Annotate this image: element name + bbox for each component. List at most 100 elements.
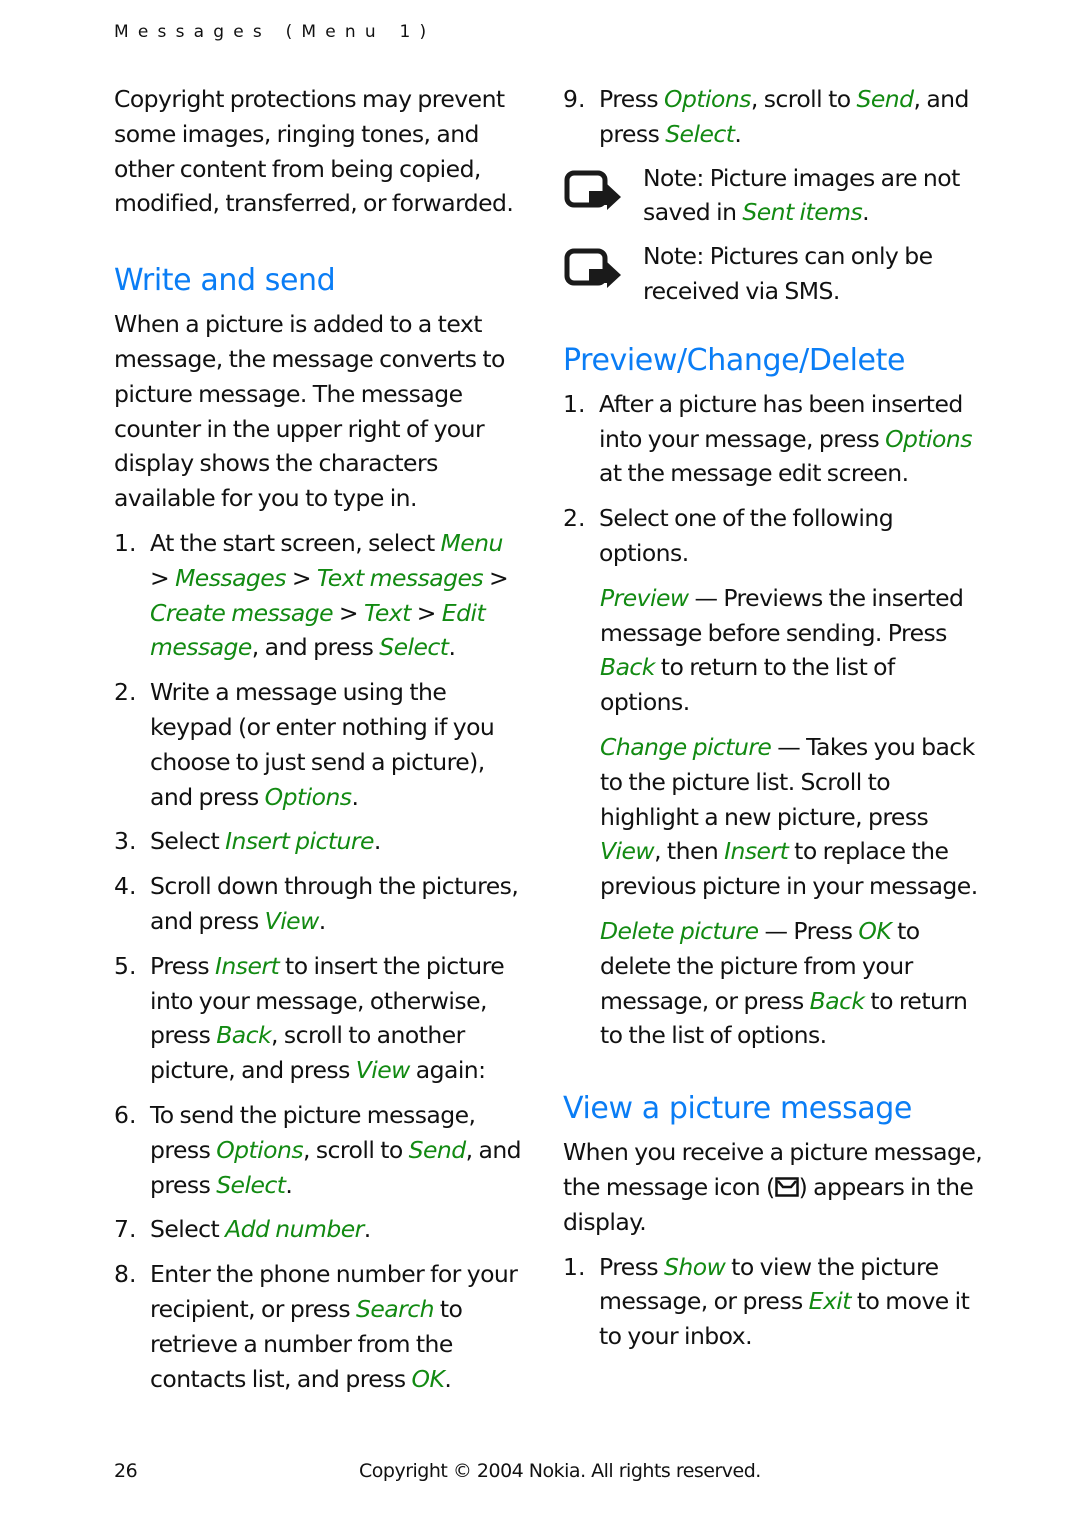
- menu-term: Select: [665, 119, 735, 148]
- menu-term: Text messages: [316, 563, 484, 592]
- step-number: 6.: [114, 1100, 137, 1129]
- body-text: .: [351, 782, 359, 811]
- body-text: >: [285, 563, 317, 592]
- step-number: 7.: [114, 1215, 137, 1244]
- menu-term: Send: [856, 85, 914, 113]
- body-text: , and press: [251, 633, 380, 662]
- menu-term: Back: [216, 1021, 272, 1050]
- view-picture-message-paragraph: When you receive a picture message, the …: [563, 1135, 983, 1239]
- menu-term: Insert picture: [225, 827, 374, 856]
- menu-term: View: [355, 1056, 411, 1085]
- body-text: Select: [150, 827, 226, 856]
- menu-term: Options: [885, 424, 972, 453]
- step-number: 5.: [114, 951, 137, 980]
- option-preview: Preview — Previews the inserted message …: [600, 581, 983, 720]
- step-item: 2. Select one of the following options.: [563, 501, 983, 571]
- write-and-send-steps-continued: 9. Press Options, scroll to Send, and pr…: [563, 82, 983, 152]
- menu-term: Create message: [150, 598, 334, 627]
- menu-term: Send: [408, 1135, 467, 1164]
- body-text: .: [285, 1170, 293, 1199]
- note-box: Note: Picture images are not saved in Se…: [563, 161, 983, 231]
- left-column: Copyright protections may prevent some i…: [114, 82, 524, 1396]
- body-text: Press: [599, 85, 665, 113]
- section-heading-view-picture-message: View a picture message: [563, 1091, 912, 1127]
- step-number: 8.: [114, 1260, 137, 1289]
- view-picture-message-steps: 1. Press Show to view the picture message…: [563, 1250, 983, 1354]
- step-item: 8. Enter the phone number for your recipi…: [114, 1257, 524, 1396]
- menu-term: View: [264, 906, 320, 935]
- step-text: After a picture has been inserted into y…: [599, 387, 983, 491]
- step-item: 3. Select Insert picture.: [114, 824, 524, 859]
- step-number: 2.: [114, 678, 137, 707]
- step-text: Scroll down through the pictures, and pr…: [150, 869, 524, 939]
- menu-term: Select: [379, 633, 449, 662]
- menu-term: Options: [664, 85, 751, 113]
- step-item: 5. Press Insert to insert the picture int…: [114, 949, 524, 1088]
- body-text: Select: [150, 1215, 226, 1244]
- step-number: 9.: [563, 85, 586, 113]
- write-and-send-paragraph: When a picture is added to a text messag…: [114, 310, 505, 513]
- body-text: .: [448, 633, 456, 662]
- body-text: >: [483, 563, 509, 592]
- menu-term: Text: [363, 598, 411, 627]
- menu-term: Delete picture: [600, 916, 759, 945]
- menu-term: Change picture: [600, 732, 772, 761]
- step-text: At the start screen, select Menu > Messa…: [150, 526, 524, 665]
- step-item: 4. Scroll down through the pictures, and …: [114, 869, 524, 939]
- write-and-send-steps: 1. At the start screen, select Menu > Mes…: [114, 526, 524, 1396]
- section-heading-write-and-send: Write and send: [114, 263, 336, 299]
- menu-term: OK: [411, 1364, 445, 1393]
- menu-term: Select: [216, 1170, 286, 1199]
- body-text: >: [332, 598, 364, 627]
- page-number: 26: [114, 1460, 138, 1482]
- menu-term: Exit: [808, 1287, 852, 1316]
- step-number: 1.: [563, 1252, 586, 1281]
- option-list: Preview — Previews the inserted message …: [563, 581, 983, 1053]
- body-text: .: [363, 1215, 371, 1244]
- step-text: Select one of the following options.: [599, 501, 983, 571]
- note-label: Note:: [643, 163, 704, 192]
- menu-term: Back: [600, 653, 655, 682]
- menu-term: Back: [809, 986, 865, 1015]
- section-heading-preview-change-delete: Preview/Change/Delete: [563, 342, 906, 378]
- menu-term: Preview: [600, 583, 689, 612]
- body-text: , then: [654, 837, 725, 866]
- note-arrow-icon: [563, 239, 643, 309]
- step-item: 7. Select Add number.: [114, 1212, 524, 1247]
- body-text: at the message edit screen.: [599, 459, 909, 488]
- body-text: .: [373, 827, 381, 856]
- menu-term: OK: [858, 916, 892, 945]
- step-text: Press Options, scroll to Send, and press…: [599, 82, 983, 152]
- note-label: Note:: [643, 242, 704, 271]
- step-item: 6. To send the picture message, press Opt…: [114, 1098, 524, 1202]
- step-item: 2. Write a message using the keypad (or e…: [114, 675, 524, 814]
- envelope-icon: [774, 1172, 799, 1197]
- step-text: Enter the phone number for your recipien…: [150, 1257, 524, 1396]
- menu-term: View: [600, 837, 655, 866]
- note-text: Note: Picture images are not saved in Se…: [643, 161, 983, 231]
- menu-term: Options: [264, 782, 352, 811]
- body-text: .: [862, 198, 870, 227]
- step-text: Select Add number.: [150, 1212, 524, 1247]
- menu-term: Search: [356, 1294, 435, 1323]
- body-text: Select one of the following options.: [599, 504, 894, 567]
- copyright-notice: Copyright © 2004 Nokia. All rights reser…: [359, 1460, 761, 1482]
- body-text: .: [318, 906, 326, 935]
- step-item: 9. Press Options, scroll to Send, and pr…: [563, 82, 983, 152]
- option-change-picture: Change picture — Takes you back to the p…: [600, 730, 983, 904]
- body-text: again:: [409, 1056, 486, 1085]
- menu-term: Add number: [225, 1215, 364, 1244]
- body-text: >: [410, 598, 442, 627]
- body-text: Scroll down through the pictures, and pr…: [150, 872, 519, 935]
- body-text: .: [734, 119, 742, 148]
- step-text: To send the picture message, press Optio…: [150, 1098, 524, 1202]
- note-arrow-icon: [563, 161, 643, 231]
- right-column: 9. Press Options, scroll to Send, and pr…: [563, 82, 983, 1354]
- step-text: Press Insert to insert the picture into …: [150, 949, 524, 1088]
- note-box: Note: Pictures can only be received via …: [563, 239, 983, 309]
- step-number: 4.: [114, 872, 137, 901]
- step-item: 1. At the start screen, select Menu > Mes…: [114, 526, 524, 665]
- menu-term: Insert: [724, 837, 789, 866]
- copyright-intro: Copyright protections may prevent some i…: [114, 85, 514, 218]
- menu-term: Insert: [215, 951, 280, 980]
